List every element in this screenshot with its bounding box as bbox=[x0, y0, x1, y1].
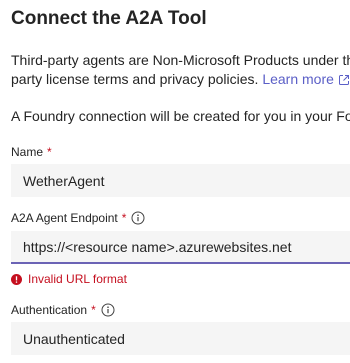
name-label: Name * bbox=[11, 145, 52, 159]
authentication-field-value: Unauthenticated bbox=[23, 330, 125, 347]
endpoint-error-message: Invalid URL format bbox=[11, 272, 127, 286]
endpoint-field[interactable]: https://<resource name>.azurewebsites.ne… bbox=[11, 231, 350, 264]
authentication-label-text: Authentication bbox=[11, 303, 88, 317]
learn-more-link[interactable]: Learn more bbox=[262, 71, 350, 87]
name-field[interactable]: WetherAgent bbox=[11, 164, 350, 197]
dialog-title: Connect the A2A Tool bbox=[11, 8, 207, 29]
authentication-field[interactable]: Unauthenticated bbox=[11, 322, 350, 355]
endpoint-error-text: Invalid URL format bbox=[28, 272, 127, 286]
name-label-text: Name bbox=[11, 145, 44, 159]
disclaimer-line-1: Third-party agents are Non-Microsoft Pro… bbox=[11, 52, 350, 68]
endpoint-label-text: A2A Agent Endpoint bbox=[11, 211, 118, 225]
required-marker: * bbox=[91, 303, 96, 317]
required-marker: * bbox=[47, 145, 52, 159]
name-field-value: WetherAgent bbox=[23, 172, 105, 189]
required-marker: * bbox=[121, 211, 127, 225]
error-icon bbox=[11, 273, 22, 285]
external-link-icon bbox=[338, 75, 349, 85]
disclaimer-line-2: party license terms and privacy policies… bbox=[11, 71, 350, 87]
foundry-connection-note: A Foundry connection will be created for… bbox=[11, 108, 350, 124]
info-icon[interactable] bbox=[101, 303, 115, 317]
authentication-label: Authentication * bbox=[11, 303, 115, 317]
endpoint-field-value: https://<resource name>.azurewebsites.ne… bbox=[23, 238, 292, 255]
disclaimer-line-2-text: party license terms and privacy policies… bbox=[11, 71, 259, 87]
info-icon[interactable] bbox=[131, 211, 145, 225]
learn-more-label: Learn more bbox=[262, 71, 334, 87]
endpoint-label: A2A Agent Endpoint * bbox=[11, 211, 145, 225]
